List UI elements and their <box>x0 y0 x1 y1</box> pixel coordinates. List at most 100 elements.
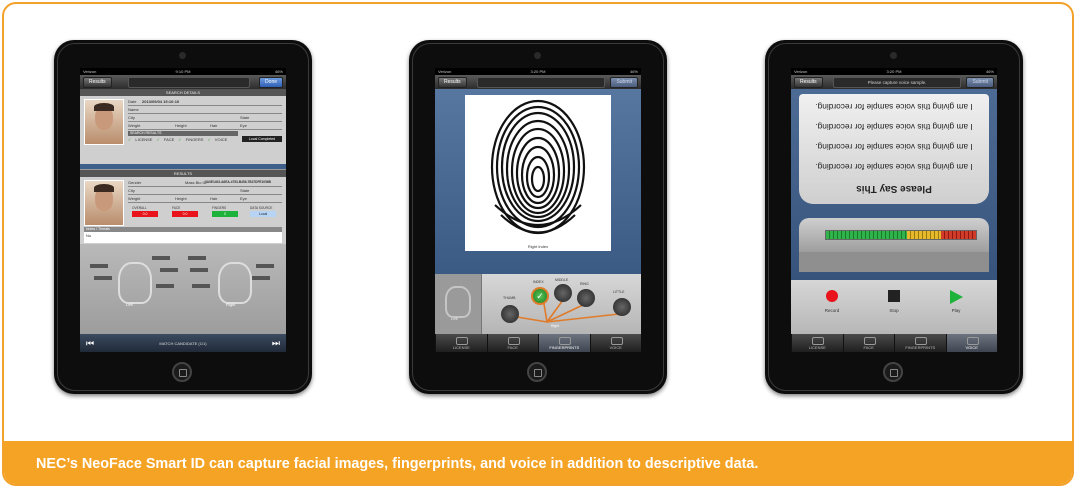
tab-face[interactable]: FACE <box>486 334 539 352</box>
score-source-label: DATA SOURCE <box>250 206 273 210</box>
check-icon: ✓ <box>156 137 160 142</box>
record-label: Record <box>824 308 840 313</box>
voice-title-field: Please capture voice sample. <box>833 77 961 88</box>
status-bar: Verizon 3:20 PM 46% <box>791 68 997 75</box>
prompt-line-1: I am giving this voice sample for record… <box>815 102 973 112</box>
prompt-line-4: I am giving this voice sample for record… <box>815 162 973 172</box>
finger-middle-button[interactable] <box>554 284 572 302</box>
voice-level-meter <box>825 230 977 240</box>
nav-title-field <box>128 77 250 88</box>
height-label: Height <box>175 196 187 201</box>
mass-bio-id-value: 3A0E1403-A6EA-4753-B456-7B37DFE1056B <box>205 180 271 184</box>
capture-tab-bar: LICENSE FACE FINGERPRINTS VOICE <box>435 334 641 352</box>
score-source-value: Local <box>250 211 276 217</box>
tab-license[interactable]: LICENSE <box>791 334 843 352</box>
results-back-button[interactable]: Results <box>83 77 112 88</box>
finger-ring-button[interactable] <box>577 289 595 307</box>
row-divider <box>128 121 282 122</box>
screen-search-results: Verizon 9:10 PM 46% Results Done SEARCH … <box>80 68 286 352</box>
tab-license[interactable]: LICENSE <box>435 334 487 352</box>
results-back-button[interactable]: Results <box>438 77 467 88</box>
tab-fingerprints[interactable]: FINGERPRINTS <box>894 334 946 352</box>
results-back-button[interactable]: Results <box>794 77 823 88</box>
left-hand-panel[interactable]: Left <box>435 274 482 334</box>
hand-icon <box>445 286 471 318</box>
weight-label: Weight <box>128 196 141 201</box>
camera-icon <box>890 52 897 59</box>
license-icon <box>456 337 469 345</box>
tab-voice-label: VOICE <box>609 345 622 350</box>
fingerprint-icon <box>490 99 586 235</box>
tab-voice-label: VOICE <box>965 345 978 350</box>
status-time: 3:20 PM <box>886 69 902 74</box>
finger-slot[interactable] <box>188 256 206 260</box>
record-button[interactable]: Record <box>817 290 847 313</box>
tab-fingerprints[interactable]: FINGERPRINTS <box>538 334 590 352</box>
finger-index-button-check-icon[interactable]: ✓ <box>531 287 549 305</box>
prompt-line-3: I am giving this voice sample for record… <box>815 142 973 152</box>
state-label: State <box>240 115 250 120</box>
finger-slot[interactable] <box>160 268 178 272</box>
camera-icon <box>534 52 541 59</box>
ipad-search-results: Verizon 9:10 PM 46% Results Done SEARCH … <box>54 40 312 394</box>
finger-selector: Left THUMB INDEX ✓ MIDDLE RING LITTLE Ri… <box>435 274 641 334</box>
finger-slot[interactable] <box>94 276 112 280</box>
finger-slot[interactable] <box>152 256 170 260</box>
tab-voice[interactable]: VOICE <box>589 334 642 352</box>
ipad-fingerprints: Verizon 3:20 PM 46% Results Submit Right… <box>409 40 667 394</box>
home-button[interactable] <box>883 362 903 382</box>
check-icon: ✓ <box>128 137 132 142</box>
score-face-label: FACE <box>172 206 181 210</box>
finger-slot[interactable] <box>192 284 210 288</box>
submit-button[interactable]: Submit <box>610 77 638 88</box>
stop-label: Stop <box>889 308 899 313</box>
skip-last-icon[interactable]: ⏭ <box>272 338 280 348</box>
tab-face-label: FACE <box>507 345 518 350</box>
carrier-label: Verizon <box>438 69 452 74</box>
status-time: 3:20 PM <box>530 69 546 74</box>
finger-little-button[interactable] <box>613 298 631 316</box>
row-divider <box>128 129 282 130</box>
finger-slot[interactable] <box>90 264 108 268</box>
date-label: Date <box>128 99 137 104</box>
left-hand-icon <box>118 262 152 304</box>
tab-face-label: FACE <box>863 345 874 350</box>
notes-field[interactable]: No <box>84 232 282 243</box>
face-icon <box>863 337 876 345</box>
face-icon <box>507 337 520 345</box>
finger-thumb-label: THUMB <box>503 296 516 300</box>
finger-slot[interactable] <box>252 276 270 280</box>
left-hand-label: Left <box>451 316 458 321</box>
home-button[interactable] <box>527 362 547 382</box>
right-hand-label: Right <box>551 324 560 328</box>
voice-prompt-card: I am giving this voice sample for record… <box>799 94 989 204</box>
row-divider <box>128 194 282 195</box>
play-button[interactable]: Play <box>941 290 971 313</box>
check-voice-label: VOICE <box>214 137 228 142</box>
finger-slot[interactable] <box>190 268 208 272</box>
tab-voice[interactable]: VOICE <box>945 334 997 352</box>
status-time: 9:10 PM <box>175 69 191 74</box>
tab-face[interactable]: FACE <box>842 334 895 352</box>
meter-warn-segment <box>906 231 942 239</box>
finger-ring-label: RING <box>580 282 589 286</box>
capture-checklist: ✓ LICENSE ✓ FACE ✓ FINGERS ✓ VOICE <box>128 137 227 142</box>
finger-thumb-button[interactable] <box>501 305 519 323</box>
submit-button[interactable]: Submit <box>966 77 994 88</box>
voice-icon <box>966 337 979 345</box>
home-button[interactable] <box>172 362 192 382</box>
stop-button[interactable]: Stop <box>879 290 909 313</box>
play-label: Play <box>951 308 961 313</box>
finger-slot[interactable] <box>256 264 274 268</box>
caption-bar: NEC’s NeoFace Smart ID can capture facia… <box>4 441 1072 484</box>
finger-slot[interactable] <box>156 284 174 288</box>
match-footer: ⏮ MATCH CANDIDATE (1/1) ⏭ <box>80 334 286 352</box>
screen-fingerprints: Verizon 3:20 PM 46% Results Submit Right… <box>435 68 641 352</box>
record-icon <box>826 290 838 302</box>
state-label: State <box>240 188 250 193</box>
status-bar: Verizon 3:20 PM 46% <box>435 68 641 75</box>
probe-face-photo <box>84 99 124 145</box>
hair-label: Hair <box>210 123 218 128</box>
check-fingers-label: FINGERS <box>185 137 204 142</box>
done-button[interactable]: Done <box>259 77 283 88</box>
